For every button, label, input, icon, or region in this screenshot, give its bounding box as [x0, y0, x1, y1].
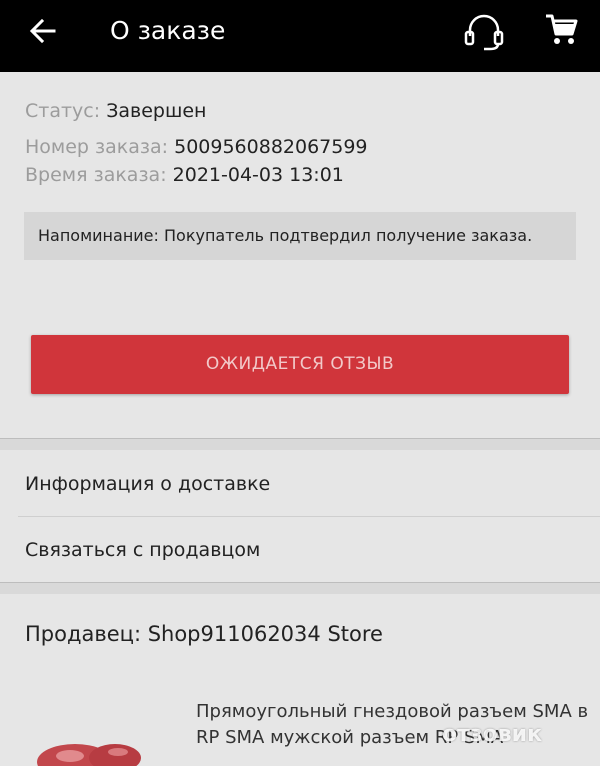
cart-button[interactable]	[544, 12, 580, 48]
support-button[interactable]	[462, 12, 506, 52]
page-title: О заказе	[110, 16, 226, 45]
section-gap	[0, 439, 600, 450]
headset-icon	[464, 14, 504, 51]
order-time-value: 2021-04-03 13:01	[172, 164, 344, 186]
order-number-value: 5009560882067599	[174, 136, 368, 158]
delivery-info-item[interactable]: Информация о доставке	[0, 451, 600, 517]
order-time: Время заказа: 2021-04-03 13:01	[25, 163, 344, 187]
back-button[interactable]	[26, 14, 60, 48]
watermark-logo: отзовик	[442, 722, 543, 747]
status-label: Статус:	[25, 100, 101, 122]
top-bar: О заказе	[0, 0, 600, 72]
arrow-left-icon	[29, 18, 56, 44]
review-button[interactable]: ОЖИДАЕТСЯ ОТЗЫВ	[31, 335, 569, 394]
section-gap	[0, 583, 600, 594]
order-status: Статус: Завершен	[25, 99, 206, 123]
order-number-label: Номер заказа:	[25, 136, 169, 158]
status-value: Завершен	[106, 100, 207, 122]
reminder-notice: Напоминание: Покупатель подтвердил получ…	[24, 212, 576, 260]
cart-icon	[546, 14, 578, 44]
seller-name[interactable]: Продавец: Shop911062034 Store	[25, 620, 383, 648]
contact-seller-item[interactable]: Связаться с продавцом	[0, 517, 600, 583]
product-image[interactable]	[20, 718, 150, 766]
order-time-label: Время заказа:	[25, 164, 167, 186]
order-number: Номер заказа: 5009560882067599	[25, 135, 368, 159]
